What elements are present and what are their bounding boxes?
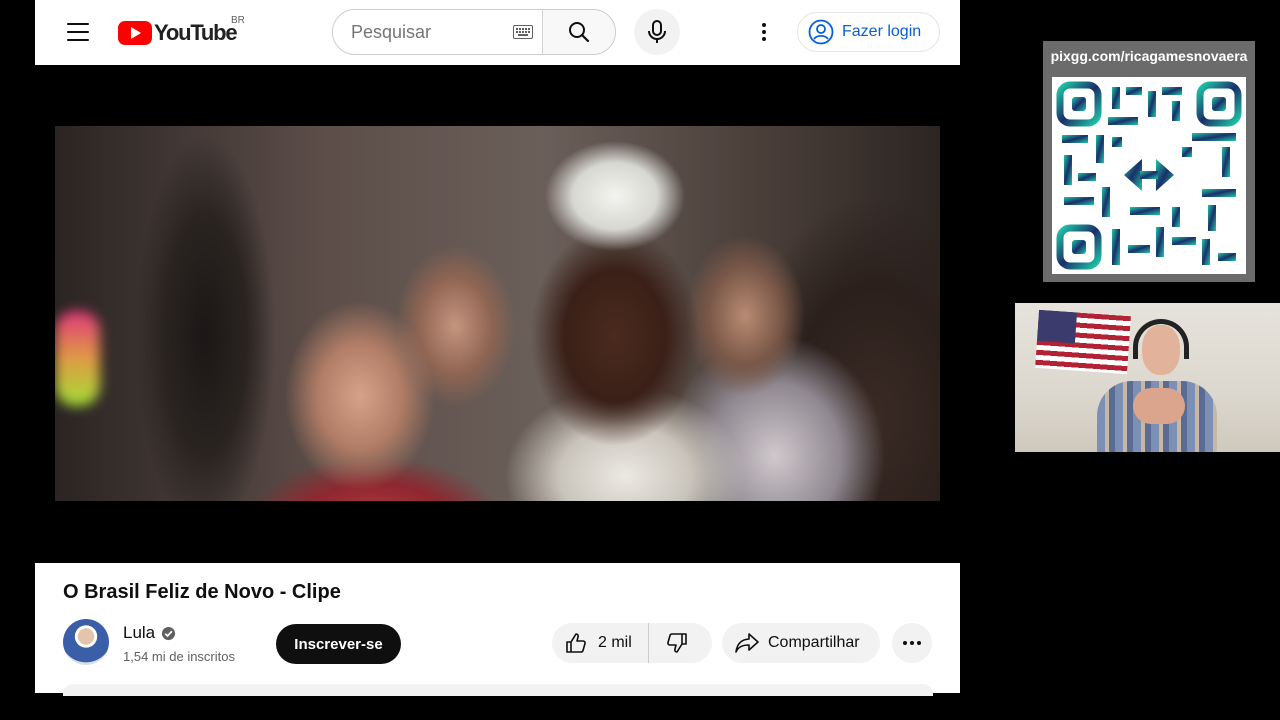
country-code: BR <box>231 15 245 26</box>
video-frame-light <box>55 311 100 406</box>
hamburger-menu-icon[interactable] <box>67 23 89 41</box>
vertical-dots-icon <box>762 23 766 41</box>
donation-url: pixgg.com/ricagamesnovaera <box>1050 48 1248 64</box>
logo-text: YouTube <box>154 20 238 45</box>
donation-qr-panel: pixgg.com/ricagamesnovaera <box>1043 41 1255 282</box>
thumbs-down-icon <box>666 633 687 653</box>
youtube-header: YouTube BR Fazer login <box>35 0 960 65</box>
streamer-webcam <box>1015 303 1280 452</box>
voice-search-button[interactable] <box>634 9 680 55</box>
channel-name-link[interactable]: Lula <box>123 623 176 643</box>
search-button[interactable] <box>542 10 615 54</box>
like-dislike-group: 2 mil <box>552 623 712 663</box>
headset-icon <box>1133 319 1189 359</box>
search-box <box>332 9 616 55</box>
search-input[interactable] <box>333 10 504 54</box>
settings-more-button[interactable] <box>748 16 780 48</box>
dislike-button[interactable] <box>649 623 705 663</box>
verified-icon <box>162 626 176 640</box>
streamer-hands <box>1133 388 1185 424</box>
share-label: Compartilhar <box>768 634 860 651</box>
qr-code-image <box>1052 77 1246 274</box>
account-icon <box>808 19 834 45</box>
more-actions-button[interactable] <box>892 623 932 663</box>
description-box[interactable] <box>63 684 933 696</box>
subscriber-count: 1,54 mi de inscritos <box>123 649 235 664</box>
thumbs-up-icon <box>566 633 586 653</box>
video-info-panel: O Brasil Feliz de Novo - Clipe Lula 1,54… <box>35 563 960 696</box>
subscribe-button[interactable]: Inscrever-se <box>276 624 401 664</box>
us-flag-image <box>1035 309 1131 375</box>
horizontal-dots-icon <box>903 641 921 645</box>
like-button[interactable]: 2 mil <box>552 623 649 663</box>
share-button[interactable]: Compartilhar <box>722 623 880 663</box>
sign-in-label: Fazer login <box>842 23 922 40</box>
share-icon <box>735 633 759 653</box>
video-player[interactable] <box>55 126 940 501</box>
youtube-logo[interactable]: YouTube <box>118 19 238 47</box>
channel-avatar[interactable] <box>63 619 109 665</box>
microphone-icon <box>648 20 666 43</box>
search-icon <box>569 22 590 43</box>
keyboard-icon[interactable] <box>504 10 542 54</box>
sign-in-button[interactable]: Fazer login <box>797 12 940 52</box>
channel-name: Lula <box>123 623 156 642</box>
youtube-play-icon <box>118 21 152 45</box>
video-title: O Brasil Feliz de Novo - Clipe <box>63 581 341 603</box>
like-count: 2 mil <box>598 634 632 651</box>
